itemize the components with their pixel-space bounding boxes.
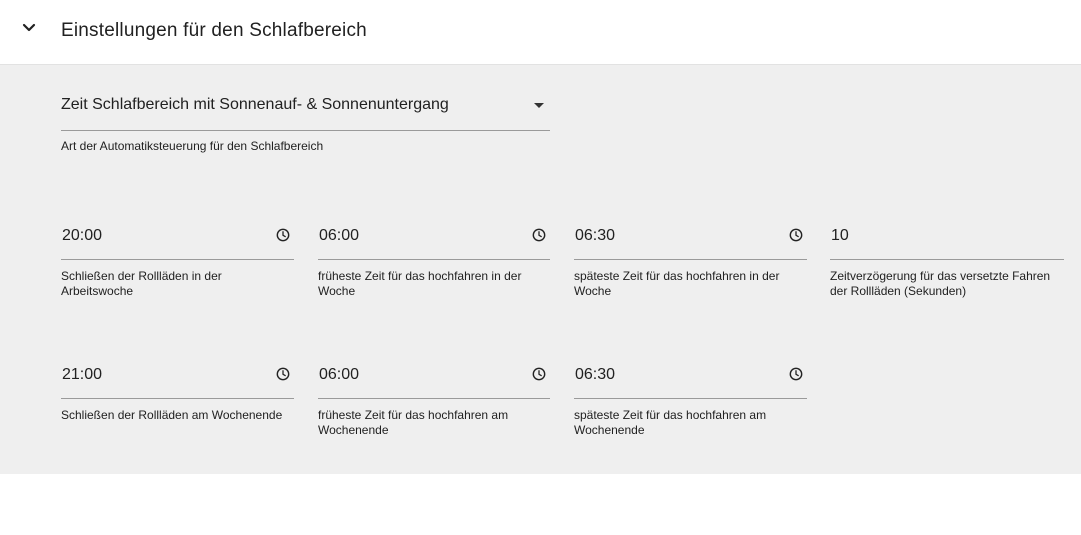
close-weekday-value: 20:00 [62,227,103,244]
latest-open-weekday-helper: späteste Zeit für das hochfahren in der … [574,269,780,298]
close-weekend-input[interactable]: 21:00 [61,346,294,399]
chevron-down-icon[interactable] [19,18,39,38]
delay-seconds-input[interactable]: 10 [830,207,1064,260]
close-weekend-field: 21:00 Schließen der Rollläden am Wochene… [61,346,294,535]
clock-icon[interactable] [789,367,803,381]
earliest-open-weekend-value: 06:00 [319,366,360,383]
latest-open-weekend-value: 06:30 [575,366,616,383]
latest-open-weekend-helper: späteste Zeit für das hochfahren am Woch… [574,408,767,437]
close-weekend-value: 21:00 [62,366,103,383]
clock-icon[interactable] [276,367,290,381]
latest-open-weekday-value: 06:30 [575,227,616,244]
close-weekend-helper: Schließen der Rollläden am Wochenende [61,408,283,422]
close-weekday-input[interactable]: 20:00 [61,207,294,260]
clock-icon[interactable] [532,367,546,381]
clock-icon[interactable] [276,228,290,242]
delay-seconds-value: 10 [831,227,849,244]
earliest-open-weekend-input[interactable]: 06:00 [318,346,550,399]
latest-open-weekend-input[interactable]: 06:30 [574,346,807,399]
latest-open-weekend-field: 06:30 späteste Zeit für das hochfahren a… [574,346,807,535]
section-title: Einstellungen für den Schlafbereich [61,20,367,41]
delay-seconds-field: 10 Zeitverzögerung für das versetzte Fah… [830,207,1064,396]
settings-panel: Zeit Schlafbereich mit Sonnenauf- & Sonn… [0,65,1081,474]
section-header[interactable]: Einstellungen für den Schlafbereich [0,0,1081,65]
close-weekday-helper: Schließen der Rollläden in der Arbeitswo… [61,269,222,298]
clock-icon[interactable] [789,228,803,242]
automation-mode-value: Zeit Schlafbereich mit Sonnenauf- & Sonn… [61,96,449,113]
automation-mode-helper: Art der Automatiksteuerung für den Schla… [61,139,324,153]
clock-icon[interactable] [532,228,546,242]
latest-open-weekday-input[interactable]: 06:30 [574,207,807,260]
automation-mode-select[interactable]: Zeit Schlafbereich mit Sonnenauf- & Sonn… [61,88,550,131]
earliest-open-weekend-helper: früheste Zeit für das hochfahren am Woch… [318,408,509,437]
earliest-open-weekday-input[interactable]: 06:00 [318,207,550,260]
earliest-open-weekday-value: 06:00 [319,227,360,244]
dropdown-arrow-icon[interactable] [534,103,544,108]
earliest-open-weekend-field: 06:00 früheste Zeit für das hochfahren a… [318,346,550,535]
delay-seconds-helper: Zeitverzögerung für das versetzte Fahren… [830,269,1051,298]
earliest-open-weekday-helper: früheste Zeit für das hochfahren in der … [318,269,522,298]
